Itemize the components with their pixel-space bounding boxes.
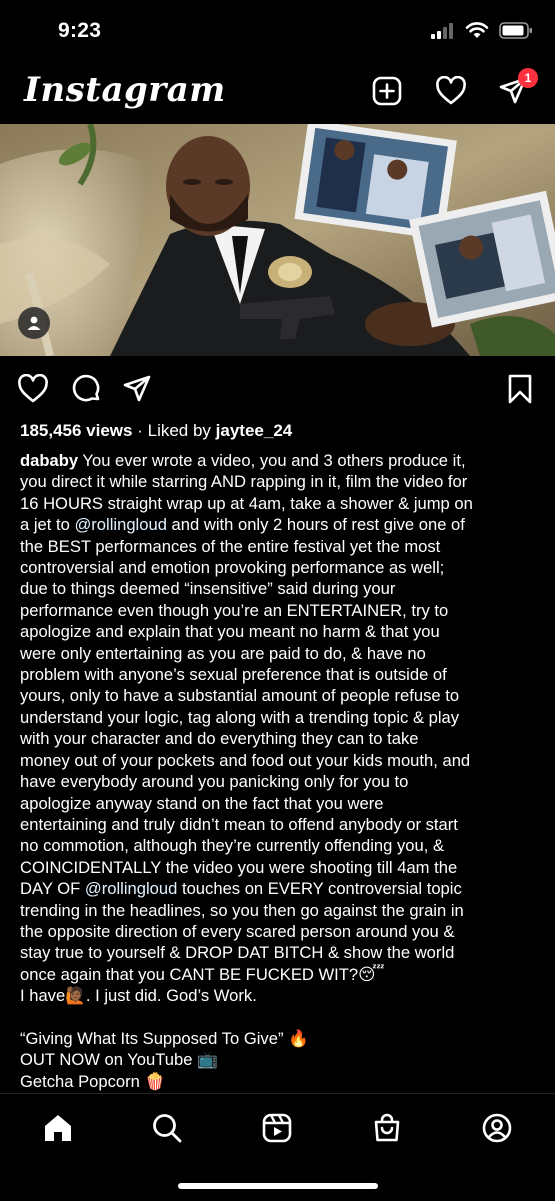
liked-by-user[interactable]: jaytee_24 (216, 421, 293, 440)
instagram-logo[interactable]: Instagram (24, 70, 226, 110)
like-heart-icon[interactable] (16, 372, 50, 406)
caption-line: OUT NOW on YouTube (20, 1050, 193, 1070)
home-indicator[interactable] (178, 1183, 378, 1189)
caption-line: due to things deemed “insensitive” said … (20, 579, 396, 599)
caption-line: apologize and explain that you meant no … (20, 622, 440, 642)
app-header: Instagram 1 (0, 60, 555, 124)
post-caption: dababy You ever wrote a video, you and 3… (20, 450, 540, 1092)
separator-dot: · (137, 421, 148, 440)
fire-emoji: 🔥 (288, 1028, 309, 1048)
heart-icon[interactable] (434, 74, 468, 108)
save-bookmark-icon[interactable] (503, 372, 537, 406)
caption-line: yours, only to have a substantial amount… (20, 686, 460, 706)
new-post-icon[interactable] (370, 74, 404, 108)
caption-line: understand your logic, tag along with a … (20, 707, 460, 727)
caption-line: the opposite direction of every scared p… (20, 921, 455, 941)
caption-line: stay true to yourself & DROP DAT BITCH &… (20, 943, 455, 963)
caption-line: trending in the headlines, so you then g… (20, 900, 464, 920)
caption-line: you direct it while starring AND rapping… (20, 472, 468, 492)
caption-line: entertaining and truly didn’t mean to of… (20, 814, 458, 834)
raised-hand-emoji: 🙋🏾 (65, 986, 86, 1006)
caption-line: have everybody around you panicking only… (20, 772, 409, 792)
status-icons (431, 22, 533, 39)
share-icon[interactable] (120, 372, 154, 406)
reels-icon[interactable] (259, 1110, 295, 1146)
caption-line: performance even though you’re an ENTERT… (20, 600, 449, 620)
caption-line: once again that you CANT BE FUCKED WIT? (20, 964, 359, 984)
caption-line: “Giving What Its Supposed To Give” (20, 1028, 284, 1048)
tv-emoji: 📺 (197, 1050, 218, 1070)
comment-icon[interactable] (70, 372, 104, 406)
sleeping-emoji: 😴 (358, 964, 385, 984)
post-image[interactable] (0, 124, 555, 356)
signal-icon (431, 22, 453, 39)
caption-line: a jet to (20, 515, 75, 535)
caption-line: . I just did. God’s Work. (85, 986, 257, 1006)
caption-spacer (20, 1007, 540, 1028)
status-time: 9:23 (58, 19, 102, 42)
profile-icon[interactable] (479, 1110, 515, 1146)
person-icon (27, 316, 41, 330)
caption-line: touches on EVERY controversial topic (177, 879, 462, 899)
post-image-artwork (0, 124, 555, 356)
caption-line: were only entertaining as you are paid t… (20, 643, 426, 663)
views-count[interactable]: 185,456 views (20, 421, 132, 440)
liked-by-prefix: Liked by (147, 421, 211, 440)
mention-link[interactable]: @rollingloud (74, 515, 167, 534)
mention-link[interactable]: @rollingloud (85, 879, 178, 898)
status-bar: 9:23 (0, 0, 555, 60)
caption-line: no commotion, although they’re currently… (20, 836, 445, 856)
caption-line: COINCIDENTALLY the video you were shooti… (20, 857, 458, 877)
caption-line: You ever wrote a video, you and 3 others… (82, 451, 466, 470)
caption-line: I have (20, 986, 66, 1006)
direct-message-icon[interactable]: 1 (496, 68, 538, 108)
caption-line: problem with anyone’s sexual preference … (20, 665, 447, 685)
tagged-users-button[interactable] (18, 307, 50, 339)
caption-line: Getcha Popcorn (20, 1071, 140, 1091)
search-icon[interactable] (149, 1110, 185, 1146)
home-icon[interactable] (40, 1110, 76, 1146)
caption-line: controversial and emotion provoking perf… (20, 558, 445, 578)
wifi-icon (465, 22, 489, 38)
caption-line: DAY OF (20, 879, 85, 899)
caption-username[interactable]: dababy (20, 451, 78, 470)
battery-icon (499, 22, 532, 39)
post-stats: 185,456 views · Liked by jaytee_24 (20, 421, 292, 441)
post-actions (0, 368, 555, 408)
caption-line: money out of your pockets and food out y… (20, 750, 471, 770)
caption-line: and with only 2 hours of rest give one o… (166, 515, 465, 535)
shop-icon[interactable] (369, 1110, 405, 1146)
caption-line: with your character and do everything th… (20, 729, 419, 749)
caption-line: the BEST performances of the entire fest… (20, 536, 441, 556)
caption-line: apologize anyway stand on the fact that … (20, 793, 384, 813)
caption-line: 16 HOURS straight wrap up at 4am, take a… (20, 493, 473, 513)
notification-badge: 1 (518, 68, 538, 88)
popcorn-emoji: 🍿 (144, 1071, 166, 1091)
